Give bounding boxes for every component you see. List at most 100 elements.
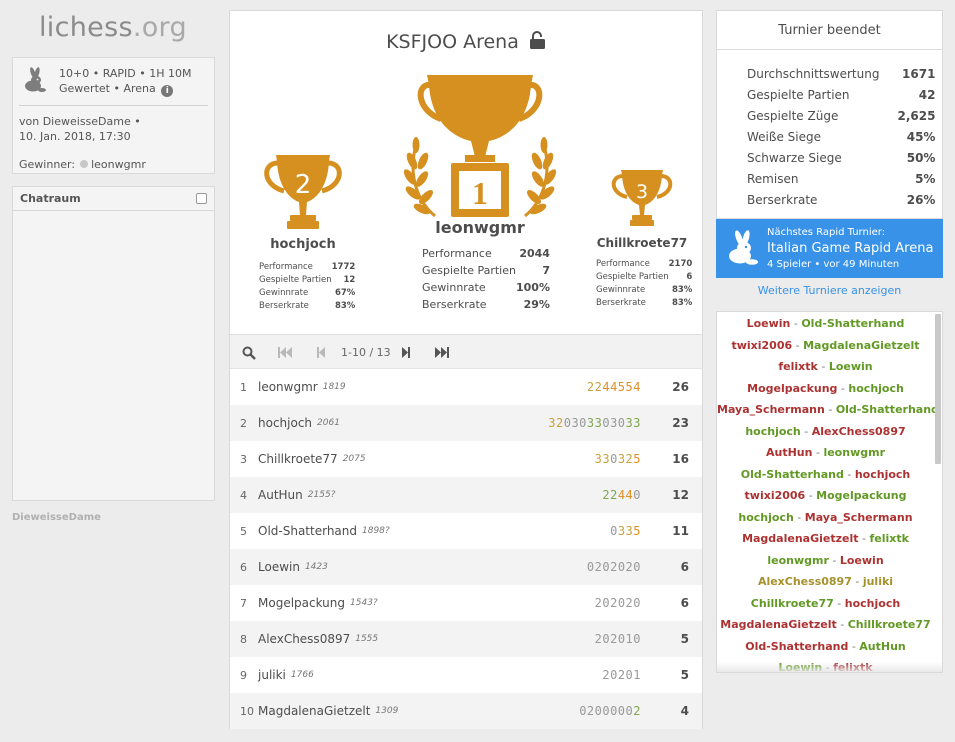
table-row[interactable]: 6 Loewin 1423 0202020 6 xyxy=(230,549,702,585)
stat-row: Gespielte Partien 12 xyxy=(259,273,355,286)
duel-player-a[interactable]: Old-Shatterhand xyxy=(741,468,844,481)
stat-label: Schwarze Siege xyxy=(747,150,842,165)
total-score: 11 xyxy=(672,524,689,538)
duel-player-b[interactable]: Mogelpackung xyxy=(816,489,906,502)
duel-item[interactable]: twixi2006 - MagdalenaGietzelt xyxy=(717,335,934,357)
player-name[interactable]: MagdalenaGietzelt xyxy=(258,704,370,718)
watcher-name[interactable]: DieweisseDame xyxy=(12,512,101,523)
duel-item[interactable]: MagdalenaGietzelt - Chillkroete77 xyxy=(717,614,934,636)
search-icon[interactable] xyxy=(242,346,256,360)
next-tournament-meta: 4 Spieler • vor 49 Minuten xyxy=(767,259,900,270)
next-tournament-banner[interactable]: Nächstes Rapid Turnier: Italian Game Rap… xyxy=(716,219,943,278)
stat-row: Remisen 5% xyxy=(747,168,935,189)
player-name[interactable]: Old-Shatterhand xyxy=(258,524,357,538)
player-name[interactable]: AutHun xyxy=(258,488,303,502)
table-row[interactable]: 2 hochjoch 2061 320303303033 23 xyxy=(230,405,702,441)
stat-row: Gespielte Partien 42 xyxy=(747,84,935,105)
player-name[interactable]: Mogelpackung xyxy=(258,596,345,610)
player-name[interactable]: AlexChess0897 xyxy=(258,632,350,646)
player-name[interactable]: juliki xyxy=(258,668,286,682)
duel-item[interactable]: felixtk - Loewin xyxy=(717,356,934,378)
duel-player-a[interactable]: MagdalenaGietzelt xyxy=(742,532,858,545)
duel-player-b[interactable]: hochjoch xyxy=(848,382,903,395)
duel-item[interactable]: hochjoch - Maya_Schermann xyxy=(717,507,934,529)
duel-separator: - xyxy=(792,338,804,352)
duel-player-b[interactable]: hochjoch xyxy=(855,468,910,481)
first-page-icon[interactable] xyxy=(277,346,293,359)
stat-value: 83% xyxy=(334,300,356,311)
row-rank: 5 xyxy=(240,524,247,538)
duel-player-b[interactable]: felixtk xyxy=(869,532,908,545)
table-row[interactable]: 7 Mogelpackung 1543? 202020 6 xyxy=(230,585,702,621)
duel-player-b[interactable]: AlexChess0897 xyxy=(812,425,906,438)
duel-player-a[interactable]: MagdalenaGietzelt xyxy=(720,618,836,631)
table-row[interactable]: 3 Chillkroete77 2075 330325 16 xyxy=(230,441,702,477)
first-place-name[interactable]: leonwgmr xyxy=(391,218,569,237)
stat-label: Weiße Siege xyxy=(747,129,821,144)
duel-item[interactable]: Loewin - Old-Shatterhand xyxy=(717,313,934,335)
duel-player-a[interactable]: twixi2006 xyxy=(731,339,792,352)
player-name[interactable]: Chillkroete77 xyxy=(258,452,338,466)
duel-item[interactable]: Old-Shatterhand - AutHun xyxy=(717,636,934,658)
last-page-icon[interactable] xyxy=(434,346,450,359)
third-place-trophy-icon: 3 xyxy=(611,170,673,226)
prev-page-icon[interactable] xyxy=(316,346,326,359)
player-rating: 2061 xyxy=(317,418,340,428)
player-name[interactable]: Loewin xyxy=(258,560,300,574)
next-page-icon[interactable] xyxy=(401,346,411,359)
duel-player-a[interactable]: Old-Shatterhand xyxy=(745,640,848,653)
duel-player-a[interactable]: AutHun xyxy=(766,446,812,459)
scrollbar[interactable] xyxy=(935,314,941,464)
player-rating: 2155? xyxy=(307,490,336,500)
table-row[interactable]: 1 leonwgmr 1819 2244554 26 xyxy=(230,369,702,405)
duel-player-b[interactable]: Loewin xyxy=(829,360,873,373)
duel-player-b[interactable]: MagdalenaGietzelt xyxy=(803,339,919,352)
chat-toggle-checkbox[interactable] xyxy=(196,193,207,204)
duel-player-b[interactable]: juliki xyxy=(863,575,893,588)
site-logo[interactable]: lichess.org xyxy=(39,12,187,43)
help-icon[interactable]: i xyxy=(161,85,174,97)
duel-item[interactable]: Old-Shatterhand - hochjoch xyxy=(717,464,934,486)
duel-player-a[interactable]: Maya_Schermann xyxy=(717,403,825,416)
table-row[interactable]: 5 Old-Shatterhand 1898? 0335 11 xyxy=(230,513,702,549)
duel-player-b[interactable]: Maya_Schermann xyxy=(805,511,913,524)
duel-item[interactable]: AutHun - leonwgmr xyxy=(717,442,934,464)
duel-separator: - xyxy=(836,618,848,631)
duel-player-a[interactable]: hochjoch xyxy=(738,511,793,524)
duel-player-b[interactable]: leonwgmr xyxy=(823,446,885,459)
duel-player-a[interactable]: leonwgmr xyxy=(767,554,829,567)
duel-player-a[interactable]: Mogelpackung xyxy=(747,382,837,395)
duel-item[interactable]: Maya_Schermann - Old-Shatterhand xyxy=(717,399,939,421)
duel-player-a[interactable]: hochjoch xyxy=(745,425,800,438)
duel-item[interactable]: AlexChess0897 - juliki xyxy=(717,571,934,593)
second-place-name[interactable]: hochjoch xyxy=(243,237,363,252)
duel-player-b[interactable]: hochjoch xyxy=(845,597,900,610)
table-row[interactable]: 8 AlexChess0897 1555 202010 5 xyxy=(230,621,702,657)
duel-item[interactable]: Mogelpackung - hochjoch xyxy=(717,378,934,400)
table-row[interactable]: 9 juliki 1766 20201 5 xyxy=(230,657,702,693)
winner-link[interactable]: leonwgmr xyxy=(91,158,146,171)
duel-item[interactable]: leonwgmr - Loewin xyxy=(717,550,934,572)
duel-player-a[interactable]: AlexChess0897 xyxy=(758,575,852,588)
duel-player-a[interactable]: Chillkroete77 xyxy=(751,597,834,610)
duel-item[interactable]: twixi2006 - Mogelpackung xyxy=(717,485,934,507)
duel-item[interactable]: hochjoch - AlexChess0897 xyxy=(717,421,934,443)
duel-player-b[interactable]: Chillkroete77 xyxy=(848,618,931,631)
score-sheet: 2244554 xyxy=(586,380,641,394)
duel-player-b[interactable]: AutHun xyxy=(859,640,905,653)
table-row[interactable]: 4 AutHun 2155? 22440 12 xyxy=(230,477,702,513)
duel-player-a[interactable]: felixtk xyxy=(778,360,817,373)
more-tournaments-link[interactable]: Weitere Turniere anzeigen xyxy=(716,284,943,297)
duel-item[interactable]: Chillkroete77 - hochjoch xyxy=(717,593,934,615)
duel-player-b[interactable]: Old-Shatterhand xyxy=(836,403,939,416)
player-name[interactable]: hochjoch xyxy=(258,416,312,430)
player-name[interactable]: leonwgmr xyxy=(258,380,318,394)
duel-player-a[interactable]: Loewin xyxy=(747,317,791,330)
stat-value: 100% xyxy=(515,281,550,294)
duel-player-a[interactable]: twixi2006 xyxy=(745,489,806,502)
third-place-name[interactable]: Chillkroete77 xyxy=(582,236,702,250)
duel-item[interactable]: MagdalenaGietzelt - felixtk xyxy=(717,528,934,550)
table-row[interactable]: 10 MagdalenaGietzelt 1309 02000002 4 xyxy=(230,693,702,729)
duel-player-b[interactable]: Old-Shatterhand xyxy=(801,317,904,330)
duel-player-b[interactable]: Loewin xyxy=(840,554,884,567)
